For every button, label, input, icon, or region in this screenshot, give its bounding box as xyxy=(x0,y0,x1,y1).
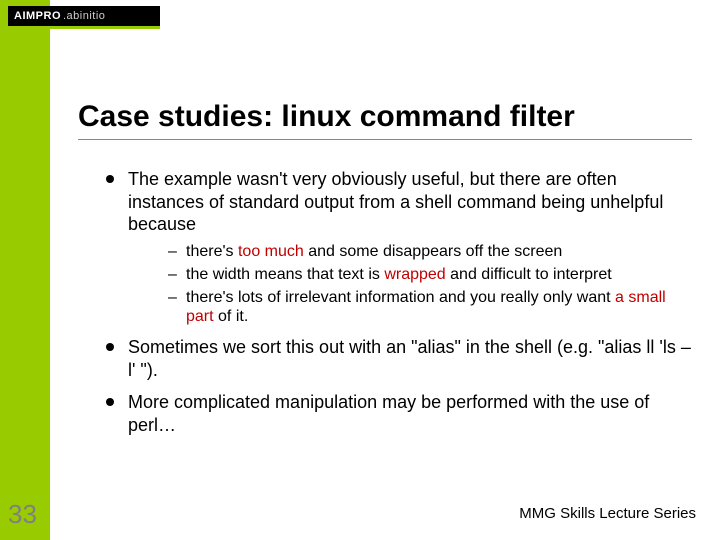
list-item: the width means that text is wrapped and… xyxy=(168,265,692,284)
page-number: 33 xyxy=(8,499,37,530)
footer: MMG Skills Lecture Series xyxy=(519,505,696,522)
sub-em: wrapped xyxy=(384,266,445,283)
list-item: there's lots of irrelevant information a… xyxy=(168,288,692,326)
bullet-text: More complicated manipulation may be per… xyxy=(128,392,649,435)
list-item: Sometimes we sort this out with an "alia… xyxy=(106,336,692,381)
sub-post: and some disappears off the screen xyxy=(304,243,563,260)
sub-list: there's too much and some disappears off… xyxy=(128,242,692,327)
list-item: The example wasn't very obviously useful… xyxy=(106,168,692,326)
slide: AIMPRO.abinitio Case studies: linux comm… xyxy=(0,0,720,540)
sub-pre: there's xyxy=(186,243,238,260)
sub-post: of it. xyxy=(214,308,249,325)
logo-brand: AIMPRO xyxy=(14,10,61,22)
page-title: Case studies: linux command filter xyxy=(78,100,692,133)
logo-underline xyxy=(8,26,160,29)
sub-pre: the width means that text is xyxy=(186,266,384,283)
logo-sub: .abinitio xyxy=(63,10,105,22)
list-item: More complicated manipulation may be per… xyxy=(106,391,692,436)
sub-pre: there's lots of irrelevant information a… xyxy=(186,289,615,306)
side-strip xyxy=(0,0,50,540)
bullet-text: The example wasn't very obviously useful… xyxy=(128,169,663,234)
title-rule xyxy=(78,139,692,140)
content: Case studies: linux command filter The e… xyxy=(78,100,692,510)
list-item: there's too much and some disappears off… xyxy=(168,242,692,261)
logo: AIMPRO.abinitio xyxy=(8,6,160,26)
bullet-list: The example wasn't very obviously useful… xyxy=(78,168,692,436)
sub-post: and difficult to interpret xyxy=(446,266,612,283)
bullet-text: Sometimes we sort this out with an "alia… xyxy=(128,337,691,380)
sub-em: too much xyxy=(238,243,304,260)
